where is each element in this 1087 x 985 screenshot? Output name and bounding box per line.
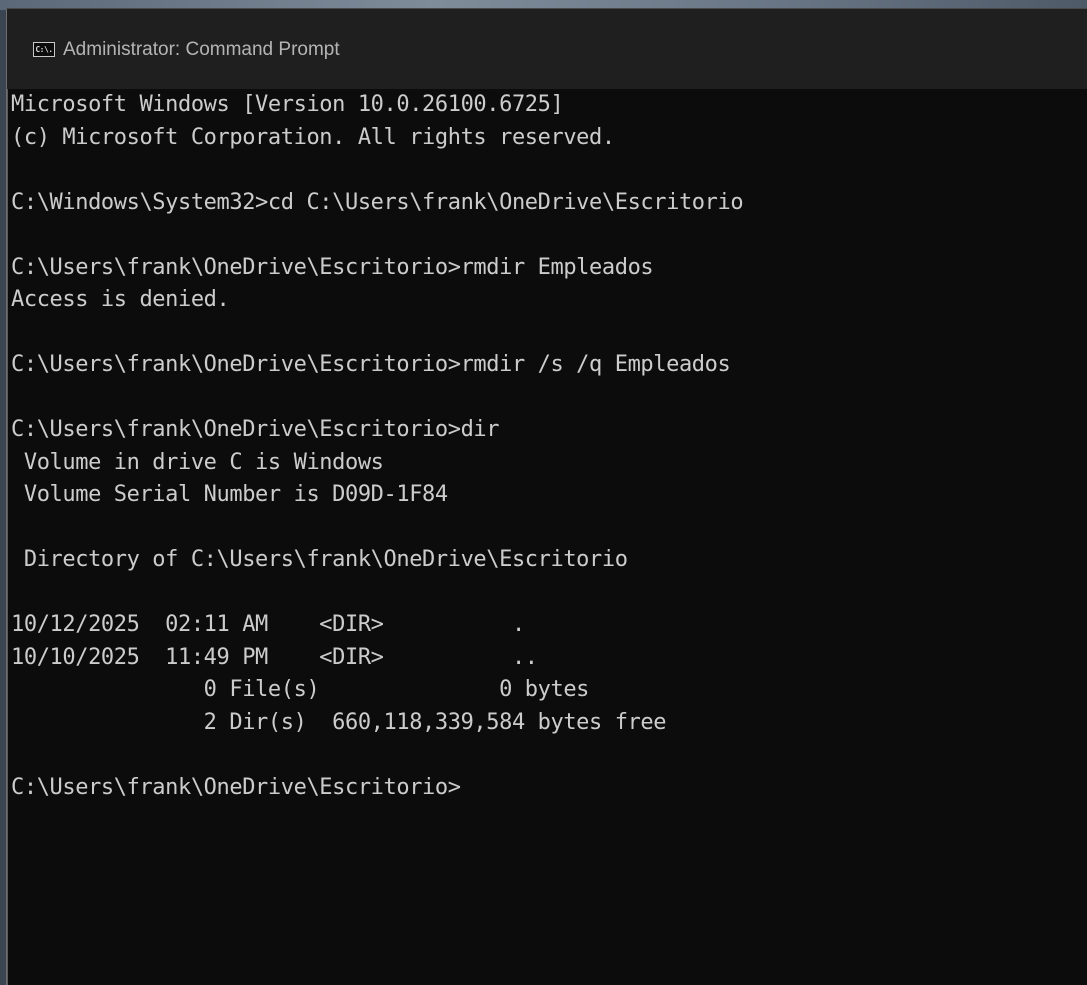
console-line: Volume Serial Number is D09D-1F84 <box>11 482 448 507</box>
cmd-icon[interactable]: C:\. <box>33 42 55 57</box>
console-line: C:\Users\frank\OneDrive\Escritorio>dir <box>11 417 500 442</box>
console-line: C:\Users\frank\OneDrive\Escritorio>rmdir… <box>11 254 654 280</box>
console-line: C:\Users\frank\OneDrive\Escritorio>rmdir… <box>11 352 731 377</box>
command-prompt-line[interactable]: C:\Users\frank\OneDrive\Escritorio> <box>11 772 1087 805</box>
command-prompt-window[interactable]: C:\. Administrator: Command Prompt Micro… <box>6 8 1087 985</box>
console-line: (c) Microsoft Corporation. All rights re… <box>11 124 615 150</box>
console-line: 2 Dir(s) 660,118,339,584 bytes free <box>11 709 667 735</box>
console-line: 10/10/2025 11:49 PM <DIR> .. <box>11 644 538 670</box>
console-line: Access is denied. <box>11 287 230 312</box>
left-border <box>7 89 8 985</box>
title-bar[interactable]: C:\. Administrator: Command Prompt <box>7 9 1087 89</box>
cmd-icon-glyph: C:\. <box>35 44 53 54</box>
console-line: Volume in drive C is Windows <box>11 449 384 475</box>
console-line: 10/12/2025 02:11 AM <DIR> . <box>11 612 525 637</box>
window-title: Administrator: Command Prompt <box>63 39 340 60</box>
console-line: Directory of C:\Users\frank\OneDrive\Esc… <box>11 547 628 572</box>
console-output[interactable]: Microsoft Windows [Version 10.0.26100.67… <box>11 89 1087 985</box>
console-line: 0 File(s) 0 bytes <box>11 677 590 702</box>
console-line: Microsoft Windows [Version 10.0.26100.67… <box>11 92 564 117</box>
console-line: C:\Windows\System32>cd C:\Users\frank\On… <box>11 189 744 215</box>
